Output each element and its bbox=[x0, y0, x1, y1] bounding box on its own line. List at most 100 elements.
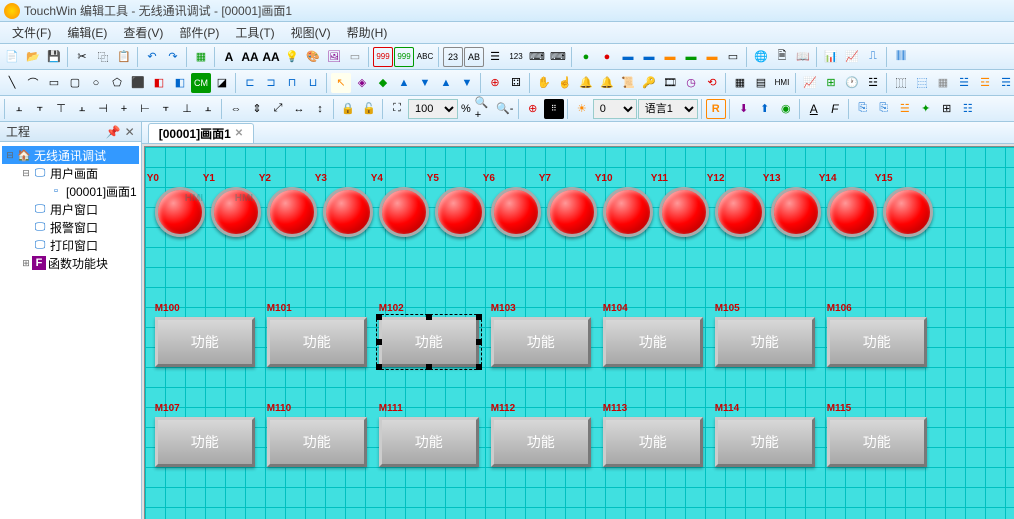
tree-user-window[interactable]: 🖵用户窗口 bbox=[2, 200, 139, 218]
text-aa-icon[interactable]: AA bbox=[240, 47, 260, 67]
keys-icon[interactable]: ⌨ bbox=[527, 47, 547, 67]
lamp-green-icon[interactable]: ● bbox=[576, 47, 596, 67]
grid2-icon[interactable]: ⠿ bbox=[544, 99, 564, 119]
tbl-icon[interactable]: ▦ bbox=[730, 73, 750, 93]
unlock-icon[interactable]: 🔓 bbox=[359, 99, 379, 119]
button4-icon[interactable]: ▬ bbox=[681, 47, 701, 67]
indicator-lamp[interactable] bbox=[547, 187, 597, 237]
dl1-icon[interactable]: ⬇ bbox=[734, 99, 754, 119]
lamp-red-icon[interactable]: ● bbox=[597, 47, 617, 67]
bell2-icon[interactable]: 🔔 bbox=[597, 73, 617, 93]
selection-handle[interactable] bbox=[376, 339, 382, 345]
lock-icon[interactable]: 🔒 bbox=[338, 99, 358, 119]
selection-handle[interactable] bbox=[426, 364, 432, 370]
sz4-icon[interactable]: ↔ bbox=[289, 99, 309, 119]
fold-icon[interactable]: ⬛ bbox=[128, 73, 148, 93]
indicator-lamp[interactable] bbox=[267, 187, 317, 237]
needle-icon[interactable]: ⟲ bbox=[702, 73, 722, 93]
clr1-icon[interactable]: ◪ bbox=[212, 73, 232, 93]
text-a-icon[interactable]: A bbox=[219, 47, 239, 67]
num123-icon[interactable]: 123 bbox=[506, 47, 526, 67]
d23-icon[interactable]: 23 bbox=[443, 47, 463, 67]
function-button[interactable]: 功能 bbox=[155, 417, 255, 467]
m2-icon[interactable]: ⎘ bbox=[874, 99, 894, 119]
indicator-lamp[interactable] bbox=[323, 187, 373, 237]
chart1-icon[interactable]: 📊 bbox=[821, 47, 841, 67]
tree-print-window[interactable]: 🖵打印窗口 bbox=[2, 236, 139, 254]
ellipse-icon[interactable]: ○ bbox=[86, 73, 106, 93]
bars-icon[interactable]: ⫼⫼ bbox=[891, 47, 911, 67]
fill2-icon[interactable]: ◧ bbox=[170, 73, 190, 93]
indicator-lamp[interactable] bbox=[883, 187, 933, 237]
poly-icon[interactable]: ⬠ bbox=[107, 73, 127, 93]
tree-screen-00001[interactable]: ▫[00001]画面1 bbox=[2, 182, 139, 200]
grp6-icon[interactable]: ☴ bbox=[996, 73, 1014, 93]
function-button[interactable]: 功能 bbox=[267, 317, 367, 367]
m6-icon[interactable]: ☷ bbox=[958, 99, 978, 119]
num-green-icon[interactable]: 999 bbox=[394, 47, 414, 67]
time-icon[interactable]: 🕐 bbox=[842, 73, 862, 93]
hmi-icon[interactable]: HMI bbox=[772, 73, 792, 93]
sz3-icon[interactable]: ⤢ bbox=[268, 99, 288, 119]
r-icon[interactable]: R bbox=[706, 99, 726, 119]
menu-parts[interactable]: 部件(P) bbox=[171, 22, 227, 43]
button3-icon[interactable]: ▬ bbox=[660, 47, 680, 67]
function-button[interactable]: 功能 bbox=[491, 317, 591, 367]
indicator-lamp[interactable] bbox=[603, 187, 653, 237]
grp3-icon[interactable]: ▦ bbox=[933, 73, 953, 93]
alignl-icon[interactable]: ⊏ bbox=[240, 73, 260, 93]
selection-handle[interactable] bbox=[476, 364, 482, 370]
tbl2-icon[interactable]: ▤ bbox=[751, 73, 771, 93]
book-icon[interactable]: 📖 bbox=[793, 47, 813, 67]
selection-handle[interactable] bbox=[476, 339, 482, 345]
indicator-lamp[interactable] bbox=[771, 187, 821, 237]
tree-alarm-window[interactable]: 🖵报警窗口 bbox=[2, 218, 139, 236]
sz2-icon[interactable]: ⇕ bbox=[247, 99, 267, 119]
trend-icon[interactable]: 📈 bbox=[800, 73, 820, 93]
sz1-icon[interactable]: ⇔ bbox=[226, 99, 246, 119]
f-icon[interactable]: F bbox=[825, 99, 845, 119]
zoom-combo[interactable]: 100 bbox=[408, 99, 458, 119]
fill-icon[interactable]: ◧ bbox=[149, 73, 169, 93]
hand2-icon[interactable]: ☝ bbox=[555, 73, 575, 93]
indicator-lamp[interactable] bbox=[491, 187, 541, 237]
m3-icon[interactable]: ☱ bbox=[895, 99, 915, 119]
selection-handle[interactable] bbox=[376, 314, 382, 320]
menu-file[interactable]: 文件(F) bbox=[4, 22, 59, 43]
button2-icon[interactable]: ▬ bbox=[639, 47, 659, 67]
selection-handle[interactable] bbox=[426, 314, 432, 320]
grp2-icon[interactable]: ⿳ bbox=[912, 73, 932, 93]
film-icon[interactable]: 🎞 bbox=[660, 73, 680, 93]
indicator-lamp[interactable] bbox=[435, 187, 485, 237]
hand-icon[interactable]: ✋ bbox=[534, 73, 554, 93]
function-button[interactable]: 功能 bbox=[603, 317, 703, 367]
t6-icon[interactable]: ▼ bbox=[457, 73, 477, 93]
t4-icon[interactable]: ▼ bbox=[415, 73, 435, 93]
palette-icon[interactable]: 🎨 bbox=[303, 47, 323, 67]
selection-handle[interactable] bbox=[376, 364, 382, 370]
function-button[interactable]: 功能 bbox=[715, 317, 815, 367]
m5-icon[interactable]: ⊞ bbox=[937, 99, 957, 119]
menu-help[interactable]: 帮助(H) bbox=[339, 22, 396, 43]
xy-icon[interactable]: ⊞ bbox=[821, 73, 841, 93]
rect-icon[interactable]: ▭ bbox=[44, 73, 64, 93]
menu-display[interactable]: 视图(V) bbox=[283, 22, 339, 43]
image-icon[interactable]: 🖼 bbox=[324, 47, 344, 67]
al3-icon[interactable]: ⊤ bbox=[51, 99, 71, 119]
state-combo[interactable]: 0 bbox=[593, 99, 637, 119]
list-icon[interactable]: ☰ bbox=[485, 47, 505, 67]
button-icon[interactable]: ▬ bbox=[618, 47, 638, 67]
globe-icon[interactable]: 🌐 bbox=[751, 47, 771, 67]
keys2-icon[interactable]: ⌨ bbox=[548, 47, 568, 67]
m1-icon[interactable]: ⎘ bbox=[853, 99, 873, 119]
function-button[interactable]: 功能 bbox=[827, 417, 927, 467]
menu-edit[interactable]: 编辑(E) bbox=[59, 22, 115, 43]
chart2-icon[interactable]: 📈 bbox=[842, 47, 862, 67]
rrect-icon[interactable]: ▢ bbox=[65, 73, 85, 93]
paste-icon[interactable]: 📋 bbox=[114, 47, 134, 67]
canvas-scroll[interactable]: Y0Y1Y2Y3Y4Y5Y6Y7Y10Y11Y12Y13Y14Y15HMIHMI… bbox=[142, 144, 1014, 519]
tab-close-icon[interactable]: ✕ bbox=[235, 128, 243, 139]
text-aa2-icon[interactable]: AA bbox=[261, 47, 281, 67]
alignr-icon[interactable]: ⊐ bbox=[261, 73, 281, 93]
menu-view[interactable]: 查看(V) bbox=[115, 22, 171, 43]
